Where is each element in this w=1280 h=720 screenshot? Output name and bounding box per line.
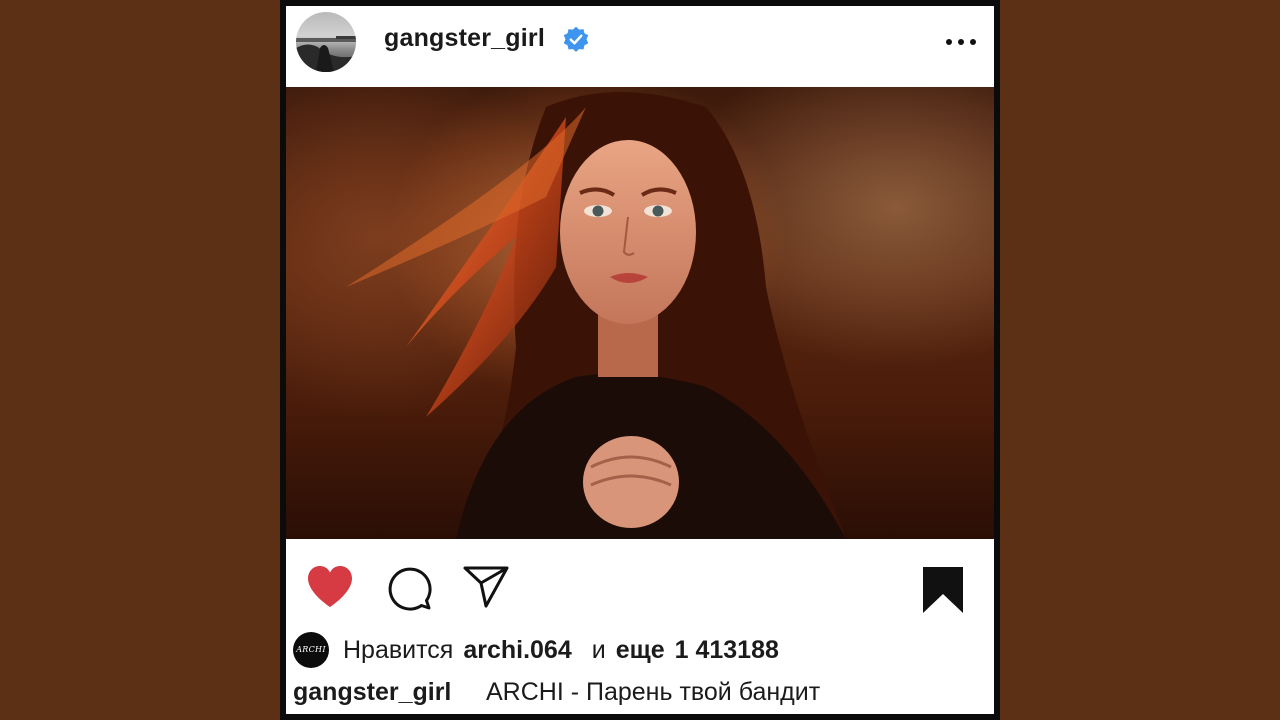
likes-more-label[interactable]: еще <box>616 636 665 664</box>
heart-icon[interactable] <box>306 565 354 609</box>
likes-count[interactable]: 1 413188 <box>675 636 779 664</box>
likes-conjunction: и <box>591 636 606 664</box>
post-card: gangster_girl ARCHI Нравится archi.064 и… <box>286 6 994 714</box>
likes-prefix: Нравится <box>343 636 454 664</box>
send-icon[interactable] <box>462 565 510 609</box>
verified-badge-icon <box>563 26 589 52</box>
action-bar <box>286 539 994 629</box>
post-photo[interactable] <box>286 87 994 539</box>
more-options-button[interactable] <box>944 30 978 54</box>
liker-username[interactable]: archi.064 <box>463 636 571 664</box>
portrait-photo <box>346 87 846 539</box>
liker-avatar[interactable]: ARCHI <box>293 632 329 668</box>
post-username[interactable]: gangster_girl <box>384 24 545 53</box>
caption-username[interactable]: gangster_girl <box>293 678 451 707</box>
likes-text[interactable]: Нравится archi.064 и еще 1 413188 <box>343 636 779 665</box>
bookmark-icon[interactable] <box>922 566 964 614</box>
post-frame: gangster_girl ARCHI Нравится archi.064 и… <box>280 0 1000 720</box>
caption-text: ARCHI - Парень твой бандит <box>486 678 821 706</box>
post-header: gangster_girl <box>286 6 994 86</box>
comment-icon[interactable] <box>386 565 432 611</box>
caption-row: gangster_girl ARCHI - Парень твой бандит <box>286 670 994 714</box>
likes-row: ARCHI Нравится archi.064 и еще 1 413188 <box>286 628 994 672</box>
avatar-image <box>296 36 356 72</box>
profile-avatar[interactable] <box>296 12 356 72</box>
